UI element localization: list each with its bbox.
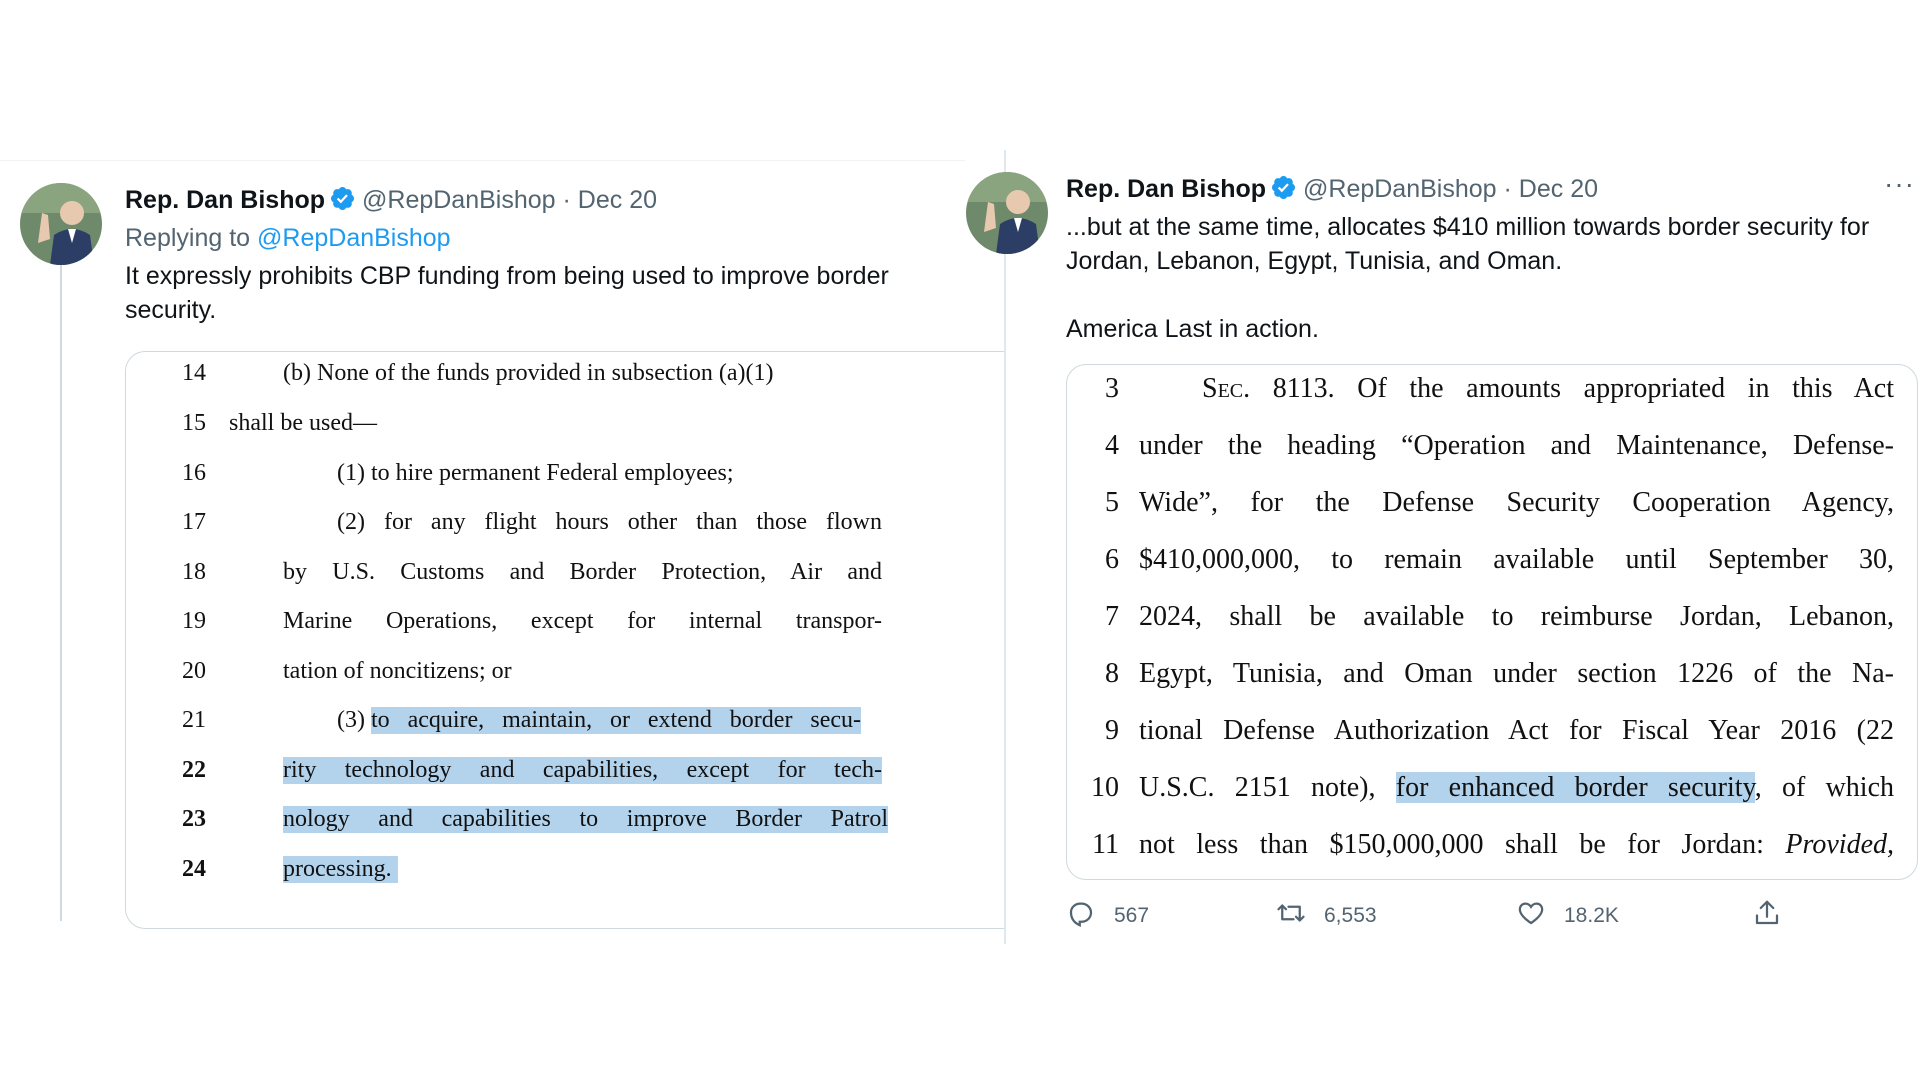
retweet-icon: [1276, 898, 1324, 934]
tweet-action-bar: 567 6,553 18.2K: [1066, 898, 1806, 942]
author-name[interactable]: Rep. Dan Bishop: [125, 186, 325, 214]
line-text: $410,000,000, to remain available until …: [1139, 544, 1894, 575]
line-text: (2) for any flight hours other than thos…: [337, 509, 882, 535]
highlighted-text: nology and capabilities to improve Borde…: [283, 806, 888, 833]
line-text-rest: 8113. Of the amounts appropriated in thi…: [1250, 373, 1894, 404]
retweet-count: 6,553: [1324, 904, 1377, 927]
like-icon: [1516, 898, 1564, 934]
line-number: 22: [182, 757, 206, 783]
tweet-header: Rep. Dan Bishop @RepDanBishop · Dec 20: [1066, 174, 1598, 208]
verified-badge-icon: [1270, 174, 1297, 208]
like-count: 18.2K: [1564, 904, 1619, 927]
line-text-prefix: (3): [337, 707, 371, 733]
line-number: 15: [182, 410, 206, 436]
line-text: 2024, shall be available to reimburse Jo…: [1139, 601, 1894, 632]
line-number: 17: [182, 509, 206, 535]
line-number: 14: [182, 360, 206, 386]
tweet-text: It expressly prohibits CBP funding from …: [125, 262, 889, 324]
more-options-icon[interactable]: ···: [1884, 168, 1915, 200]
line-text: Egypt, Tunisia, and Oman under section 1…: [1139, 658, 1894, 689]
avatar[interactable]: [20, 183, 102, 265]
tweet-text-line: America Last in action.: [1066, 315, 1319, 343]
line-text: under the heading “Operation and Mainten…: [1139, 430, 1894, 461]
tweet-date[interactable]: Dec 20: [1519, 175, 1598, 203]
tweet-date[interactable]: Dec 20: [578, 186, 657, 214]
tweet-right[interactable]: Rep. Dan Bishop @RepDanBishop · Dec 20 ··…: [966, 150, 1920, 940]
replying-prefix: Replying to: [125, 224, 251, 252]
line-number: 18: [182, 559, 206, 585]
line-text-end: , of which: [1754, 772, 1894, 803]
line-text: (1) to hire permanent Federal employees;: [337, 460, 734, 486]
highlighted-text: for enhanced border security: [1395, 772, 1755, 803]
italic-text: Provided,: [1785, 829, 1895, 860]
line-number: 8: [1105, 658, 1119, 689]
line-number: 19: [182, 608, 206, 634]
line-number: 10: [1091, 772, 1119, 803]
separator: ·: [562, 186, 571, 214]
section-label: Sec.: [1202, 373, 1251, 404]
bill-excerpt: 3 Sec. 8113. Of the amounts appropriated…: [1067, 365, 1917, 879]
line-text: Sec. 8113. Of the amounts appropriated i…: [1202, 373, 1894, 405]
line-text-start: U.S.C. 2151 note),: [1139, 772, 1376, 803]
line-number: 21: [182, 707, 206, 733]
line-text: U.S.C. 2151 note), for enhanced border s…: [1139, 772, 1894, 804]
line-text: (3) to acquire, maintain, or extend bord…: [337, 707, 861, 734]
reply-icon: [1066, 898, 1114, 934]
like-button[interactable]: 18.2K: [1516, 898, 1619, 934]
line-text: by U.S. Customs and Border Protection, A…: [283, 559, 882, 585]
line-number: 11: [1092, 829, 1119, 860]
line-number: 20: [182, 658, 206, 684]
separator: ·: [1503, 175, 1512, 203]
bill-image-card[interactable]: 14 (b) None of the funds provided in sub…: [125, 351, 1006, 929]
avatar-photo: [20, 183, 102, 265]
bill-image-card[interactable]: 3 Sec. 8113. Of the amounts appropriated…: [1066, 364, 1918, 880]
tweet-text-line: Jordan, Lebanon, Egypt, Tunisia, and Oma…: [1066, 247, 1563, 275]
line-number: 24: [182, 856, 206, 882]
replying-to: Replying to @RepDanBishop: [125, 223, 451, 253]
tweet-header: Rep. Dan Bishop @RepDanBishop · Dec 20: [125, 185, 657, 219]
line-number: 9: [1105, 715, 1119, 746]
line-number: 16: [182, 460, 206, 486]
bill-excerpt: 14 (b) None of the funds provided in sub…: [126, 352, 1006, 928]
highlighted-text: processing.: [283, 856, 398, 883]
reply-mention-link[interactable]: @RepDanBishop: [257, 224, 451, 252]
line-text: (b) None of the funds provided in subsec…: [283, 360, 774, 386]
line-text: not less than $150,000,000 shall be for …: [1139, 829, 1894, 861]
share-button[interactable]: [1752, 898, 1800, 934]
reply-count: 567: [1114, 904, 1150, 927]
line-text: tional Defense Authorization Act for Fis…: [1139, 715, 1894, 746]
author-name[interactable]: Rep. Dan Bishop: [1066, 175, 1266, 203]
line-text: shall be used—: [229, 410, 377, 436]
line-text-start: not less than $150,000,000 shall be for …: [1139, 829, 1764, 860]
reply-button[interactable]: 567: [1066, 898, 1149, 934]
highlighted-text: rity technology and capabilities, except…: [283, 757, 882, 784]
share-icon: [1752, 898, 1800, 934]
tweet-left[interactable]: Rep. Dan Bishop @RepDanBishop · Dec 20 Re…: [0, 160, 1006, 941]
author-handle[interactable]: @RepDanBishop: [1303, 175, 1497, 203]
retweet-button[interactable]: 6,553: [1276, 898, 1377, 934]
verified-badge-icon: [329, 185, 356, 219]
thread-line: [60, 261, 62, 921]
tweet-text-line: ...but at the same time, allocates $410 …: [1066, 213, 1870, 241]
author-handle[interactable]: @RepDanBishop: [362, 186, 556, 214]
avatar-photo: [966, 172, 1048, 254]
line-text: Wide”, for the Defense Security Cooperat…: [1139, 487, 1894, 518]
line-number: 3: [1105, 373, 1119, 404]
line-text: tation of noncitizens; or: [283, 658, 512, 684]
line-number: 7: [1105, 601, 1119, 632]
line-text: Marine Operations, except for internal t…: [283, 608, 882, 634]
line-number: 23: [182, 806, 206, 832]
highlighted-text: to acquire, maintain, or extend border s…: [370, 707, 861, 734]
line-number: 6: [1105, 544, 1119, 575]
avatar[interactable]: [966, 172, 1048, 254]
line-number: 5: [1105, 487, 1119, 518]
line-number: 4: [1105, 430, 1119, 461]
